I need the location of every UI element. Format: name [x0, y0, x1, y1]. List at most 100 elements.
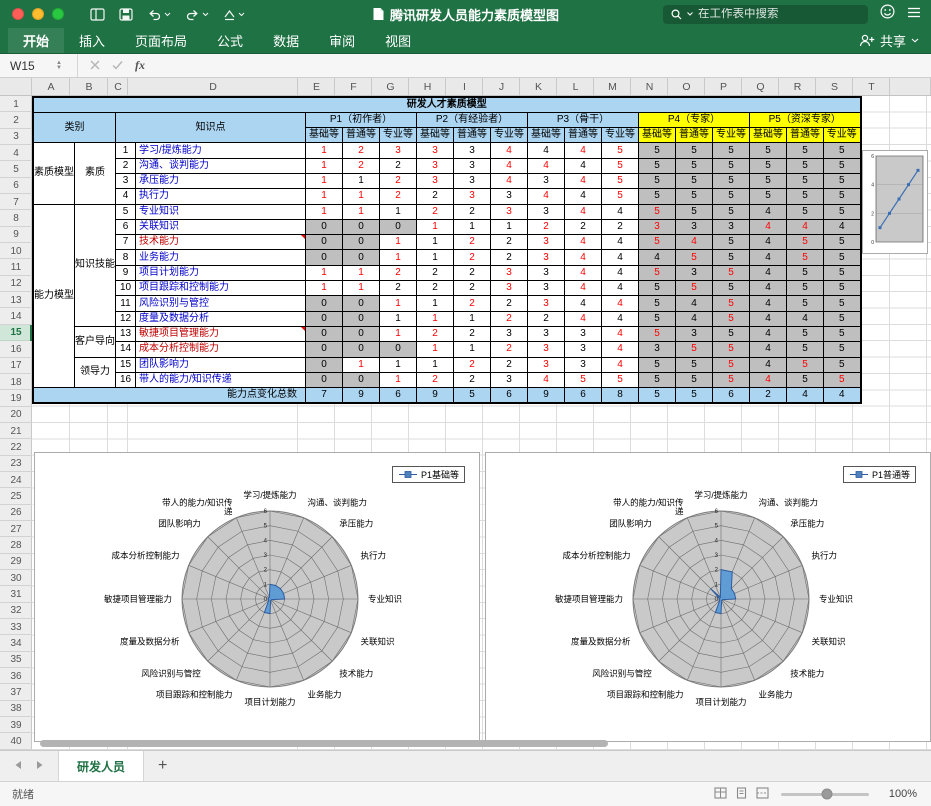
menu-tab-4[interactable]: 数据 — [258, 28, 314, 53]
grade-cell[interactable]: 4 — [639, 250, 676, 265]
grade-cell[interactable]: 5 — [787, 281, 824, 296]
grade-cell[interactable]: 2 — [454, 265, 491, 280]
grade-cell[interactable]: 3 — [417, 173, 454, 188]
knowledge-point[interactable]: 项目跟踪和控制能力 — [136, 281, 306, 296]
grade-cell[interactable]: 4 — [602, 326, 639, 341]
grade-cell[interactable]: 0 — [380, 219, 417, 234]
col-header-J[interactable]: J — [483, 78, 520, 95]
redo-button[interactable] — [185, 8, 209, 21]
row-header-32[interactable]: 32 — [0, 603, 32, 619]
grade-cell[interactable]: 0 — [343, 219, 380, 234]
grade-cell[interactable]: 5 — [639, 173, 676, 188]
row-header-15[interactable]: 15 — [0, 325, 32, 341]
grade-cell[interactable]: 5 — [676, 189, 713, 204]
grade-cell[interactable]: 3 — [491, 326, 528, 341]
col-header-T[interactable]: T — [853, 78, 890, 95]
grade-cell[interactable]: 0 — [343, 326, 380, 341]
row-header-24[interactable]: 24 — [0, 472, 32, 488]
normal-view-icon[interactable] — [714, 787, 727, 802]
grade-cell[interactable]: 3 — [454, 189, 491, 204]
horizontal-scrollbar[interactable] — [40, 740, 608, 747]
row-header-21[interactable]: 21 — [0, 423, 32, 439]
grade-cell[interactable]: 5 — [639, 357, 676, 372]
grade-cell[interactable]: 3 — [528, 204, 565, 219]
knowledge-point[interactable]: 项目计划能力 — [136, 265, 306, 280]
grade-cell[interactable]: 1 — [306, 173, 343, 188]
grade-cell[interactable]: 5 — [676, 357, 713, 372]
col-header-M[interactable]: M — [594, 78, 631, 95]
row-header-3[interactable]: 3 — [0, 129, 32, 145]
grade-cell[interactable]: 5 — [713, 265, 750, 280]
grade-cell[interactable]: 4 — [565, 173, 602, 188]
grade-cell[interactable]: 4 — [676, 235, 713, 250]
grade-cell[interactable]: 5 — [639, 281, 676, 296]
knowledge-point[interactable]: 学习/提炼能力 — [136, 143, 306, 158]
grade-cell[interactable]: 5 — [639, 372, 676, 387]
col-header-E[interactable]: E — [298, 78, 335, 95]
grade-cell[interactable]: 4 — [750, 219, 787, 234]
col-header-P[interactable]: P — [705, 78, 742, 95]
row-header-17[interactable]: 17 — [0, 358, 32, 374]
col-header-B[interactable]: B — [70, 78, 108, 95]
row-header-25[interactable]: 25 — [0, 488, 32, 504]
grade-cell[interactable]: 1 — [343, 173, 380, 188]
knowledge-point[interactable]: 关联知识 — [136, 219, 306, 234]
row-header-14[interactable]: 14 — [0, 308, 32, 324]
row-header-29[interactable]: 29 — [0, 554, 32, 570]
grade-cell[interactable]: 5 — [787, 204, 824, 219]
grade-cell[interactable]: 5 — [787, 158, 824, 173]
grade-cell[interactable]: 4 — [565, 296, 602, 311]
grade-cell[interactable]: 2 — [417, 372, 454, 387]
col-header-O[interactable]: O — [668, 78, 705, 95]
grade-cell[interactable]: 5 — [713, 173, 750, 188]
row-header-13[interactable]: 13 — [0, 292, 32, 308]
grade-cell[interactable]: 5 — [713, 281, 750, 296]
grade-cell[interactable]: 2 — [380, 189, 417, 204]
grade-cell[interactable]: 5 — [713, 296, 750, 311]
grade-cell[interactable]: 4 — [750, 265, 787, 280]
col-header-R[interactable]: R — [779, 78, 816, 95]
grade-cell[interactable]: 4 — [528, 143, 565, 158]
grade-cell[interactable]: 5 — [676, 143, 713, 158]
grade-cell[interactable]: 3 — [639, 219, 676, 234]
grade-cell[interactable]: 5 — [824, 311, 861, 326]
menu-tab-5[interactable]: 审阅 — [314, 28, 370, 53]
knowledge-point[interactable]: 沟通、谈判能力 — [136, 158, 306, 173]
grade-cell[interactable]: 1 — [380, 357, 417, 372]
row-header-36[interactable]: 36 — [0, 668, 32, 684]
grade-cell[interactable]: 1 — [306, 189, 343, 204]
grade-cell[interactable]: 3 — [491, 265, 528, 280]
grade-cell[interactable]: 1 — [343, 281, 380, 296]
grade-cell[interactable]: 5 — [713, 311, 750, 326]
grade-cell[interactable]: 4 — [750, 281, 787, 296]
grade-cell[interactable]: 2 — [343, 143, 380, 158]
grade-cell[interactable]: 4 — [602, 265, 639, 280]
zoom-window-button[interactable] — [52, 8, 64, 20]
grade-cell[interactable]: 5 — [639, 189, 676, 204]
name-box-input[interactable] — [10, 59, 50, 73]
cancel-entry-icon[interactable] — [90, 59, 100, 73]
grade-cell[interactable]: 5 — [787, 143, 824, 158]
panes-icon[interactable] — [90, 8, 105, 21]
grade-cell[interactable]: 3 — [454, 143, 491, 158]
grade-cell[interactable]: 5 — [824, 250, 861, 265]
grade-cell[interactable]: 5 — [824, 296, 861, 311]
grade-cell[interactable]: 4 — [676, 311, 713, 326]
grade-cell[interactable]: 4 — [602, 235, 639, 250]
grade-cell[interactable]: 4 — [750, 357, 787, 372]
grade-cell[interactable]: 1 — [454, 311, 491, 326]
grade-cell[interactable]: 3 — [454, 173, 491, 188]
grade-cell[interactable]: 4 — [565, 189, 602, 204]
col-header-D[interactable]: D — [128, 78, 298, 95]
grade-cell[interactable]: 1 — [306, 143, 343, 158]
grade-cell[interactable]: 4 — [565, 250, 602, 265]
row-header-1[interactable]: 1 — [0, 96, 32, 112]
grade-cell[interactable]: 3 — [528, 250, 565, 265]
grade-cell[interactable]: 5 — [824, 326, 861, 341]
grade-cell[interactable]: 4 — [602, 296, 639, 311]
add-sheet-button[interactable]: + — [144, 757, 181, 775]
grade-cell[interactable]: 0 — [306, 296, 343, 311]
col-header-H[interactable]: H — [409, 78, 446, 95]
grade-cell[interactable]: 5 — [750, 189, 787, 204]
row-header-35[interactable]: 35 — [0, 652, 32, 668]
